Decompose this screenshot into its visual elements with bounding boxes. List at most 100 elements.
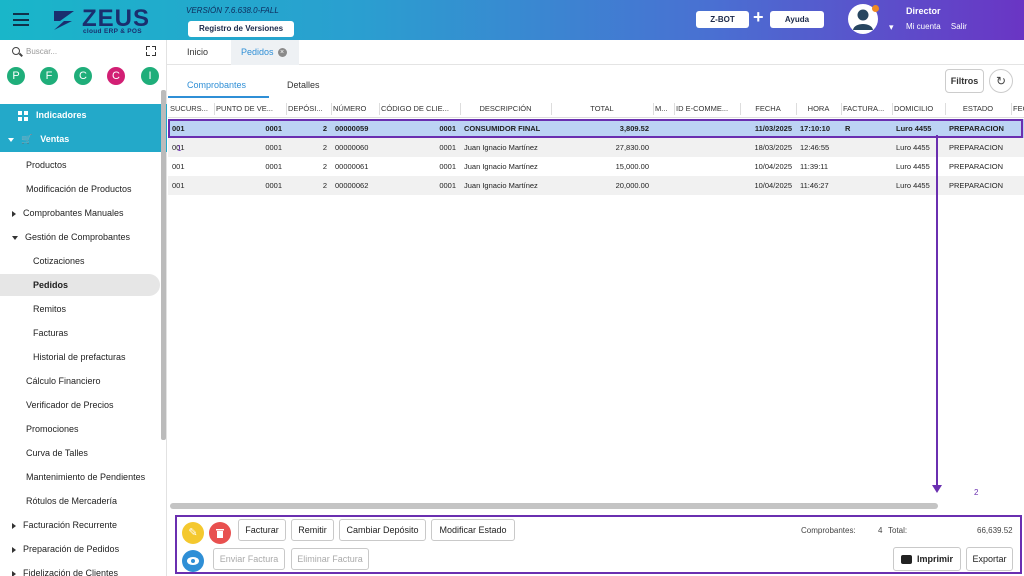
column-header[interactable]: FECHA — [742, 100, 794, 118]
column-header[interactable]: ID E-COMME... — [676, 100, 738, 118]
refresh-icon[interactable]: ↻ — [989, 69, 1013, 93]
sidebar-item-productos[interactable]: Productos — [0, 154, 160, 176]
column-header[interactable]: M... — [655, 100, 672, 118]
edit-icon[interactable]: ✎ — [182, 522, 204, 544]
table-cell: Luro 4455 — [896, 143, 930, 152]
tab-pedidos[interactable]: Pedidos × — [231, 40, 299, 65]
column-separator[interactable] — [460, 103, 461, 115]
eliminar-factura-button[interactable]: Eliminar Factura — [291, 548, 369, 570]
view-icon[interactable] — [182, 550, 204, 572]
column-header[interactable]: FEC — [1013, 100, 1024, 118]
arrow-down-icon — [932, 485, 942, 493]
quick-access-i[interactable]: I — [141, 67, 159, 85]
column-separator[interactable] — [551, 103, 552, 115]
column-separator[interactable] — [841, 103, 842, 115]
table-cell: Juan Ignacio Martínez — [464, 143, 538, 152]
sidebar-item-curva-de-talles[interactable]: Curva de Talles — [0, 442, 160, 464]
table-cell — [845, 176, 888, 195]
sidebar-scrollbar[interactable] — [161, 90, 166, 440]
column-separator[interactable] — [892, 103, 893, 115]
subtab-detalles[interactable]: Detalles — [287, 80, 320, 90]
sidebar-item-comprobantes-manuales[interactable]: Comprobantes Manuales — [0, 202, 160, 224]
zeus-logo-icon — [54, 11, 74, 30]
sidebar-item-fidelizacion-de-clientes[interactable]: Fidelización de Clientes — [0, 562, 160, 576]
expand-icon[interactable] — [146, 46, 156, 56]
quick-access-c-alt[interactable]: C — [107, 67, 125, 85]
column-header[interactable]: ESTADO — [947, 100, 1009, 118]
table-cell: 10/04/2025 — [754, 181, 792, 190]
sidebar-item-gestion-de-comprobantes[interactable]: Gestión de Comprobantes — [0, 226, 160, 248]
column-header[interactable]: DOMICILIO — [894, 100, 943, 118]
quick-access-f[interactable]: F — [40, 67, 58, 85]
column-header[interactable]: FACTURA... — [843, 100, 890, 118]
table-cell — [678, 138, 736, 157]
sidebar-item-facturas[interactable]: Facturas — [0, 322, 160, 344]
sidebar-item-calculo-financiero[interactable]: Cálculo Financiero — [0, 370, 160, 392]
column-header[interactable]: HORA — [798, 100, 839, 118]
my-account-link[interactable]: Mi cuenta — [906, 22, 941, 31]
quick-access-c[interactable]: C — [74, 67, 92, 85]
column-header[interactable]: TOTAL — [553, 100, 651, 118]
quick-access-p[interactable]: P — [7, 67, 25, 85]
sidebar-item-mantenimiento-de-pendientes[interactable]: Mantenimiento de Pendientes — [0, 466, 160, 488]
column-header[interactable]: DEPÓSI... — [288, 100, 329, 118]
menu-ventas[interactable]: 🛒 Ventas — [0, 128, 160, 150]
facturar-button[interactable]: Facturar — [238, 519, 286, 541]
horizontal-scrollbar[interactable] — [170, 503, 938, 509]
column-header[interactable]: DESCRIPCIÓN — [462, 100, 549, 118]
menu-ventas-label: Ventas — [40, 134, 70, 144]
sidebar-item-promociones[interactable]: Promociones — [0, 418, 160, 440]
sidebar-item-pedidos[interactable]: Pedidos — [0, 274, 160, 296]
sidebar-item-verificador-de-precios[interactable]: Verificador de Precios — [0, 394, 160, 416]
column-separator[interactable] — [740, 103, 741, 115]
chevron-down-icon[interactable]: ▾ — [889, 22, 894, 33]
column-separator[interactable] — [796, 103, 797, 115]
filters-button[interactable]: Filtros — [945, 69, 984, 93]
table-row[interactable]: 001 0001 2 00000061 0001 Juan Ignacio Martíne… — [168, 157, 1024, 176]
column-header[interactable]: PUNTO DE VE... — [216, 100, 284, 118]
menu-indicadores[interactable]: Indicadores — [0, 104, 160, 126]
zbot-button[interactable]: Z-BOT — [696, 11, 749, 28]
column-header[interactable]: NÚMERO — [333, 100, 377, 118]
column-separator[interactable] — [286, 103, 287, 115]
column-separator[interactable] — [331, 103, 332, 115]
version-log-button[interactable]: Registro de Versiones — [188, 21, 294, 37]
sidebar-item-label: Pedidos — [33, 280, 69, 290]
modificar-estado-button[interactable]: Modificar Estado — [431, 519, 515, 541]
sidebar-item-facturacion-recurrente[interactable]: Facturación Recurrente — [0, 514, 160, 536]
sidebar-item-preparacion-de-pedidos[interactable]: Preparación de Pedidos — [0, 538, 160, 560]
table-cell: Juan Ignacio Martínez — [464, 181, 538, 190]
imprimir-button[interactable]: Imprimir — [893, 547, 961, 571]
column-separator[interactable] — [379, 103, 380, 115]
table-row[interactable]: 001 0001 2 00000062 0001 Juan Ignacio Martíne… — [168, 176, 1024, 195]
table-row[interactable]: 001 0001 2 00000060 0001 Juan Ignacio Martíne… — [168, 138, 1024, 157]
tab-inicio[interactable]: Inicio — [177, 40, 218, 65]
column-separator[interactable] — [674, 103, 675, 115]
sidebar-search[interactable]: Buscar... — [12, 46, 142, 60]
column-separator[interactable] — [1011, 103, 1012, 115]
help-button[interactable]: Ayuda — [770, 11, 824, 28]
table-cell: 0001 — [265, 162, 282, 171]
column-separator[interactable] — [653, 103, 654, 115]
column-separator[interactable] — [945, 103, 946, 115]
enviar-factura-button[interactable]: Enviar Factura — [213, 548, 285, 570]
exportar-button[interactable]: Exportar — [966, 547, 1013, 571]
subtab-comprobantes[interactable]: Comprobantes — [187, 80, 246, 90]
column-header[interactable]: SUCURS... — [170, 100, 212, 118]
sidebar-item-historial-de-prefacturas[interactable]: Historial de prefacturas — [0, 346, 160, 368]
logout-link[interactable]: Salir — [951, 22, 967, 31]
sidebar-item-modificacion-de-productos[interactable]: Modificación de Productos — [0, 178, 160, 200]
column-header[interactable]: CÓDIGO DE CLIE... — [381, 100, 458, 118]
column-separator[interactable] — [214, 103, 215, 115]
column-annotation-marker: 2 — [974, 488, 979, 497]
cambiar-deposito-button[interactable]: Cambiar Depósito — [339, 519, 426, 541]
search-placeholder[interactable]: Buscar... — [26, 47, 57, 56]
sidebar-item-rotulos-de-mercaderia[interactable]: Rótulos de Mercadería — [0, 490, 160, 512]
delete-icon[interactable] — [209, 522, 231, 544]
menu-icon[interactable] — [13, 13, 29, 26]
sidebar-item-remitos[interactable]: Remitos — [0, 298, 160, 320]
sidebar-item-label: Facturas — [33, 328, 69, 338]
close-icon[interactable]: × — [277, 48, 287, 58]
remitir-button[interactable]: Remitir — [291, 519, 334, 541]
sidebar-item-cotizaciones[interactable]: Cotizaciones — [0, 250, 160, 272]
